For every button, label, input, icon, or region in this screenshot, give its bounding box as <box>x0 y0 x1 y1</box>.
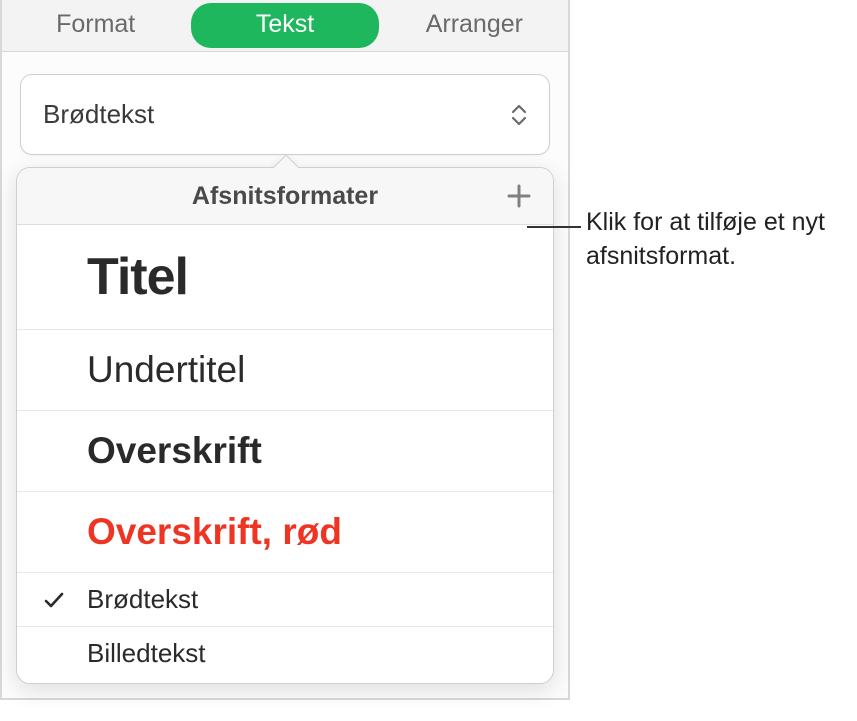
add-paragraph-style-button[interactable] <box>503 180 535 212</box>
paragraph-style-item[interactable]: Overskrift, rød <box>17 492 553 573</box>
updown-chevron-icon <box>511 104 527 126</box>
inspector-tabs: Format Tekst Arranger <box>2 0 568 52</box>
paragraph-style-item[interactable]: Brødtekst <box>17 573 553 627</box>
paragraph-style-item-label: Overskrift <box>87 430 262 471</box>
callout: Klik for at tilføje et nyt afsnitsformat… <box>586 206 846 274</box>
callout-text: Klik for at tilføje et nyt afsnitsformat… <box>586 206 846 274</box>
paragraph-style-item-label: Brødtekst <box>87 584 198 614</box>
paragraph-style-item[interactable]: Titel <box>17 225 553 330</box>
paragraph-style-list: Titel Undertitel Overskrift Overskrift, rød… <box>17 225 553 683</box>
paragraph-style-item-label: Titel <box>87 248 188 306</box>
checkmark-icon <box>43 589 65 611</box>
inspector-panel: Format Tekst Arranger Brødtekst Afsnitsf… <box>0 0 570 700</box>
popover-header: Afsnitsformater <box>17 168 553 225</box>
paragraph-style-item-label: Overskrift, rød <box>87 511 342 552</box>
paragraph-style-item-label: Undertitel <box>87 349 245 390</box>
popover-arrow <box>271 154 299 168</box>
tab-arranger[interactable]: Arranger <box>381 0 568 51</box>
paragraph-style-item[interactable]: Undertitel <box>17 330 553 411</box>
paragraph-style-item[interactable]: Billedtekst <box>17 627 553 683</box>
paragraph-styles-popover: Afsnitsformater Titel Undertitel Overskrif… <box>16 167 554 684</box>
paragraph-styles-popover-wrap: Afsnitsformater Titel Undertitel Overskrif… <box>16 167 554 684</box>
tab-format[interactable]: Format <box>2 0 189 51</box>
paragraph-style-item[interactable]: Overskrift <box>17 411 553 492</box>
callout-leader-line <box>527 226 581 228</box>
paragraph-style-dropdown[interactable]: Brødtekst <box>20 74 550 155</box>
popover-title: Afsnitsformater <box>192 182 378 211</box>
tab-tekst[interactable]: Tekst <box>191 3 378 48</box>
paragraph-style-current-label: Brødtekst <box>43 99 154 130</box>
paragraph-style-item-label: Billedtekst <box>87 638 206 668</box>
plus-icon <box>506 183 532 209</box>
